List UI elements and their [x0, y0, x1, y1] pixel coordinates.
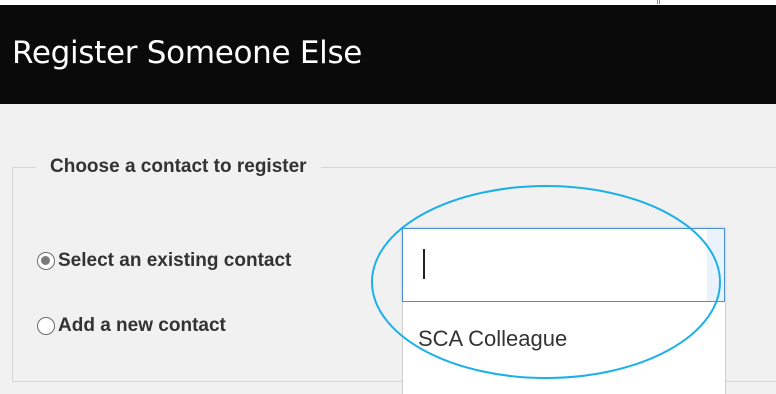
page-title: Register Someone Else [12, 35, 363, 71]
register-page: Register Someone Else Choose a contact t… [0, 0, 776, 394]
radio-option-existing-contact[interactable]: Select an existing contact [37, 250, 291, 272]
text-caret [423, 249, 425, 279]
radio-option-new-contact[interactable]: Add a new contact [37, 315, 226, 337]
dropdown-item-sca-colleague[interactable]: SCA Colleague [418, 326, 567, 352]
combo-scrollbar[interactable] [707, 229, 724, 301]
fieldset-legend: Choose a contact to register [36, 153, 321, 181]
resize-grip-icon [657, 0, 660, 4]
contact-search-input[interactable] [415, 247, 695, 281]
contact-search-box[interactable] [402, 228, 725, 302]
page-header: Register Someone Else [0, 5, 776, 104]
radio-label-new-contact: Add a new contact [58, 315, 226, 336]
radio-label-existing-contact: Select an existing contact [58, 250, 292, 271]
radio-selected-icon[interactable] [37, 252, 55, 270]
contact-dropdown-list: SCA Colleague [402, 302, 726, 394]
radio-unselected-icon[interactable] [37, 317, 55, 335]
